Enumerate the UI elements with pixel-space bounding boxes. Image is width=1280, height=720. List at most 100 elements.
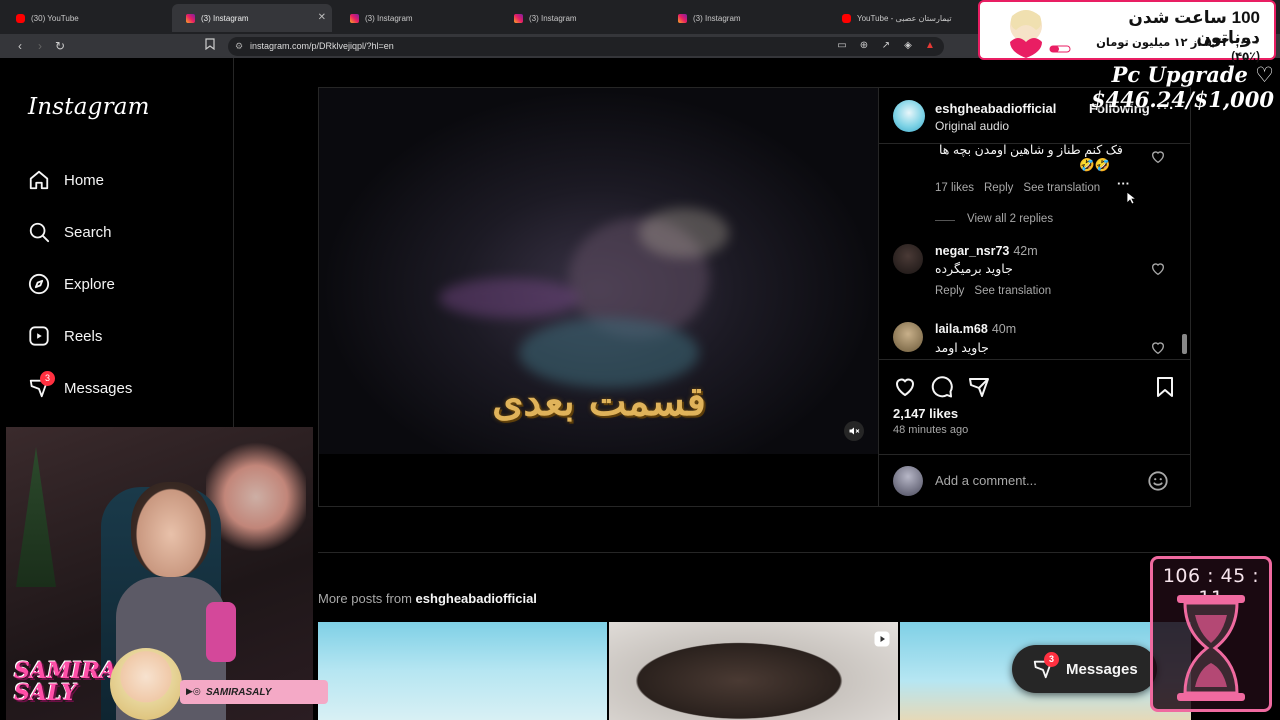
sidebar-item-label: Reels — [64, 327, 103, 345]
close-icon[interactable]: ✕ — [318, 12, 326, 23]
zoom-icon[interactable]: ⊕ — [858, 40, 870, 52]
tab-label: (30) YouTube — [31, 13, 79, 23]
address-bar[interactable]: ⚙ instagram.com/p/DRklvejiqpl/?hl=en ▭ ⊕… — [228, 37, 944, 56]
comment-text: جاوید برمیگرده — [935, 262, 1013, 276]
reply-link[interactable]: Reply — [935, 285, 964, 297]
muted-speaker-icon — [849, 427, 860, 435]
donation-progress-heart — [1010, 10, 1071, 58]
save-icon[interactable] — [1153, 375, 1177, 399]
comment-text: جاوید اومد — [935, 341, 989, 355]
streamer-avatar-sticker — [110, 648, 182, 720]
reel-icon — [874, 631, 890, 647]
comment-text: فک کنم طناز و شاهین اومدن بچه ها — [939, 144, 1123, 157]
forward-icon[interactable]: › — [32, 38, 48, 54]
current-user-avatar — [893, 466, 923, 496]
view-replies-link[interactable]: View all 2 replies — [967, 213, 1053, 225]
reload-icon[interactable]: ↻ — [52, 38, 68, 54]
bookmark-icon[interactable] — [202, 38, 218, 54]
unread-badge: 3 — [40, 371, 55, 386]
comment-meta: Reply See translation — [935, 285, 1051, 297]
reels-icon — [29, 326, 49, 346]
emoji-icon[interactable] — [1147, 470, 1169, 492]
commenter-username[interactable]: laila.m68 40m — [935, 322, 1016, 336]
shield-icon[interactable]: ◈ — [902, 40, 914, 52]
share-icon[interactable]: ↗ — [880, 40, 892, 52]
messenger-icon-wrap: 3 — [1032, 652, 1059, 680]
streamer-face — [131, 482, 211, 577]
commenter-username[interactable]: negar_nsr73 42m — [935, 244, 1038, 258]
video-caption: قسمت بعدی — [492, 378, 706, 425]
scrollbar-thumb[interactable] — [1182, 334, 1187, 354]
subathon-timer: 106 : 45 : 11 — [1150, 556, 1272, 712]
more-posts-username[interactable]: eshgheabadiofficial — [416, 591, 537, 606]
hexagon-lights — [206, 437, 306, 557]
tab-youtube[interactable]: (30) YouTube — [2, 4, 162, 32]
add-comment-input[interactable] — [935, 470, 1135, 490]
more-posts-prefix: More posts from — [318, 591, 412, 606]
mute-button[interactable] — [844, 421, 864, 441]
comments-list[interactable]: فک کنم طناز و شاهین اومدن بچه ها 🤣🤣 17 l… — [879, 144, 1191, 360]
pc-upgrade-goal: Pc Upgrade ♡ $446.24/$1,000 — [1090, 62, 1274, 112]
more-posts-heading: More posts from eshgheabadiofficial — [318, 591, 537, 606]
see-translation-link[interactable]: See translation — [974, 285, 1051, 297]
commenter-avatar[interactable] — [893, 244, 923, 274]
video-light — [439, 278, 579, 318]
instagram-icon — [514, 13, 523, 23]
screen-icon[interactable]: ▭ — [836, 40, 848, 52]
donation-goal-overlay: 100 ساعت شدن دوناتون ۵,۴۲۰,۰۰۰ از ۱۲ میل… — [978, 0, 1276, 63]
tab-instagram-active[interactable]: (3) Instagram ✕ — [172, 4, 332, 32]
back-icon[interactable]: ‹ — [12, 38, 28, 54]
comments-scrollbar[interactable] — [1181, 152, 1188, 358]
like-comment-icon[interactable] — [1150, 340, 1166, 356]
audio-label[interactable]: Original audio — [935, 119, 1009, 133]
like-comment-icon[interactable] — [1150, 149, 1166, 165]
video-light — [639, 208, 729, 258]
sidebar-item-messages[interactable]: 3 Messages — [28, 371, 132, 402]
tab-instagram[interactable]: (3) Instagram — [664, 4, 824, 32]
sidebar-item-home[interactable]: Home — [28, 166, 104, 194]
comment-time: 40m — [991, 322, 1017, 336]
username-text[interactable]: laila.m68 — [935, 322, 988, 336]
instagram-logo[interactable]: Instagram — [28, 94, 150, 120]
sidebar-item-search[interactable]: Search — [28, 218, 112, 246]
tab-youtube[interactable]: YouTube - تیمارستان عصبی — [828, 4, 978, 32]
tab-instagram[interactable]: (3) Instagram — [336, 4, 496, 32]
comment-time: 42m — [1013, 244, 1038, 258]
unread-badge: 3 — [1044, 652, 1059, 667]
handle-text: SAMIRASALY — [206, 686, 272, 698]
sidebar-item-reels[interactable]: Reels — [28, 322, 102, 350]
microphone — [206, 602, 236, 662]
comment-icon[interactable] — [930, 375, 954, 399]
streamer-name-line: SALY — [14, 680, 77, 706]
sidebar-item-explore[interactable]: Explore — [28, 270, 115, 298]
floating-messages-button[interactable]: 3 Messages — [1012, 645, 1157, 693]
like-comment-icon[interactable] — [1150, 261, 1166, 277]
post-thumbnail[interactable] — [609, 622, 898, 720]
rewards-icon[interactable]: ▲ — [924, 40, 936, 52]
author-avatar[interactable] — [893, 100, 925, 132]
reply-link[interactable]: Reply — [984, 182, 1013, 194]
post-thumbnail[interactable] — [318, 622, 607, 720]
username-text[interactable]: negar_nsr73 — [935, 244, 1009, 258]
youtube-instagram-icon: ▶◎ — [186, 686, 201, 696]
commenter-avatar[interactable] — [893, 322, 923, 352]
like-icon[interactable] — [893, 375, 917, 399]
messenger-icon-wrap: 3 — [28, 371, 55, 399]
likes-count[interactable]: 2,147 likes — [893, 406, 958, 421]
site-info-icon[interactable]: ⚙ — [235, 37, 243, 56]
video-player[interactable]: قسمت بعدی — [319, 88, 878, 506]
streamer-name-line: SAMIRA — [14, 658, 117, 684]
instagram-icon — [350, 13, 359, 23]
share-icon[interactable] — [967, 375, 991, 399]
comment-meta: 17 likes Reply See translation — [935, 182, 1100, 194]
instagram-icon — [186, 13, 195, 23]
streamer-social-handle: ▶◎ SAMIRASALY — [180, 680, 328, 704]
comment-options-icon[interactable]: ··· — [1117, 176, 1130, 191]
tab-instagram[interactable]: (3) Instagram — [500, 4, 660, 32]
url-text: instagram.com/p/DRklvejiqpl/?hl=en — [250, 41, 394, 51]
comment-likes[interactable]: 17 likes — [935, 182, 974, 194]
donation-progress-text: ۵,۴۲۰,۰۰۰ از ۱۲ میلیون تومان (٪۴۵) — [1096, 37, 1260, 63]
tab-label: (3) Instagram — [529, 13, 577, 23]
add-comment-row — [879, 454, 1191, 506]
see-translation-link[interactable]: See translation — [1023, 182, 1100, 194]
